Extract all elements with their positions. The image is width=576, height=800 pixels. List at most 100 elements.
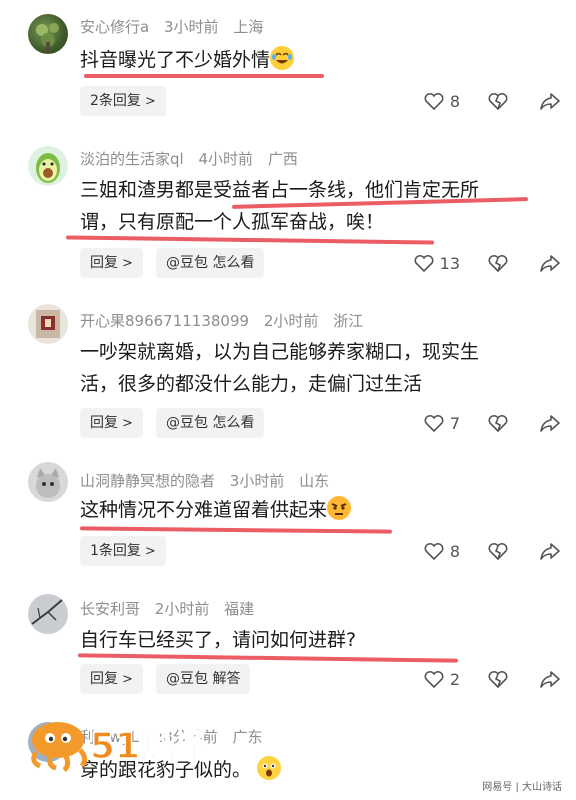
reply-button[interactable]: 回复 > xyxy=(80,408,143,438)
timestamp: 3小时前 xyxy=(163,18,219,36)
comment-meta: 安心修行a 3小时前 上海 xyxy=(80,16,273,37)
comment-text: 这种情况不分难道留着供起来 xyxy=(80,494,560,526)
location: 浙江 xyxy=(333,312,364,330)
watermark-text: 51瓜条 xyxy=(90,726,208,767)
location: 上海 xyxy=(233,18,264,36)
chevron-right-icon: > xyxy=(144,544,156,559)
username[interactable]: 山洞静静冥想的隐者 xyxy=(80,472,215,490)
cat-avatar-icon xyxy=(36,468,60,498)
ai-ask-button[interactable]: @豆包 怎么看 xyxy=(156,408,265,438)
share-icon xyxy=(540,543,560,560)
angry-face-emoji-icon xyxy=(327,496,352,520)
comment-actions: 回复 > @豆包 怎么看 13 xyxy=(80,248,560,278)
heart-icon xyxy=(424,670,444,688)
heart-icon xyxy=(424,92,444,110)
share-icon xyxy=(540,671,560,688)
like-count: 8 xyxy=(449,91,460,111)
highlight-underline xyxy=(79,526,393,534)
like-button[interactable]: 8 xyxy=(424,92,460,111)
broken-heart-icon xyxy=(488,670,508,688)
share-icon xyxy=(540,415,560,432)
dislike-button[interactable] xyxy=(488,670,508,688)
username[interactable]: 安心修行a xyxy=(80,18,149,36)
location: 山东 xyxy=(299,472,330,490)
comment-meta: 淡泊的生活家ql 4小时前 广西 xyxy=(80,148,308,169)
location: 广东 xyxy=(232,728,263,746)
share-button[interactable] xyxy=(540,414,560,432)
timestamp: 3小时前 xyxy=(229,472,285,490)
dislike-button[interactable] xyxy=(488,542,508,560)
like-button[interactable]: 8 xyxy=(424,542,460,561)
like-count: 2 xyxy=(449,669,460,689)
reaction-bar: 7 xyxy=(424,408,560,438)
comment-text: 抖音曝光了不少婚外情 xyxy=(80,44,560,76)
timestamp: 4小时前 xyxy=(198,150,254,168)
comment-meta: 长安利哥 2小时前 福建 xyxy=(80,598,264,619)
avocado-avatar-icon xyxy=(36,153,60,183)
like-button[interactable]: 7 xyxy=(424,414,460,433)
surprised-face-emoji-icon xyxy=(257,756,282,780)
comment-text: 自行车已经买了，请问如何进群? xyxy=(80,629,357,651)
ai-ask-button[interactable]: @豆包 解答 xyxy=(156,664,251,694)
username[interactable]: 长安利哥 xyxy=(80,600,140,618)
share-icon xyxy=(540,255,560,272)
timestamp: 2小时前 xyxy=(154,600,210,618)
comment-text: 一吵架就离婚，以为自己能够养家糊口，现实生 活，很多的都没什么能力，走偏门过生活 xyxy=(80,341,480,395)
heart-icon xyxy=(424,542,444,560)
share-button[interactable] xyxy=(540,542,560,560)
like-button[interactable]: 13 xyxy=(414,254,460,273)
username[interactable]: 开心果8966711138099 xyxy=(80,312,249,330)
location: 广西 xyxy=(267,150,298,168)
dislike-button[interactable] xyxy=(488,254,508,272)
share-icon xyxy=(540,93,560,110)
chevron-right-icon: > xyxy=(122,672,133,687)
reply-button[interactable]: 回复 > xyxy=(80,664,143,694)
source-credit: 网易号 | 大山诗话 xyxy=(478,777,566,794)
avatar[interactable] xyxy=(28,462,68,502)
share-button[interactable] xyxy=(540,254,560,272)
reply-button[interactable]: 回复 > xyxy=(80,248,143,278)
dislike-button[interactable] xyxy=(488,92,508,110)
replies-button[interactable]: 1条回复 > xyxy=(80,536,166,566)
like-count: 13 xyxy=(439,253,460,273)
avatar[interactable] xyxy=(28,304,68,344)
location: 福建 xyxy=(224,600,255,618)
like-button[interactable]: 2 xyxy=(424,670,460,689)
reaction-bar: 8 xyxy=(424,86,560,116)
heart-icon xyxy=(424,414,444,432)
chevron-right-icon: > xyxy=(122,256,133,271)
plant-avatar-icon xyxy=(36,23,59,52)
share-button[interactable] xyxy=(540,670,560,688)
avatar[interactable] xyxy=(28,14,68,54)
like-count: 8 xyxy=(449,541,460,561)
broken-heart-icon xyxy=(488,542,508,560)
share-button[interactable] xyxy=(540,92,560,110)
chevron-right-icon: > xyxy=(144,94,156,109)
octopus-logo-icon: 51瓜条 xyxy=(31,722,213,773)
dislike-button[interactable] xyxy=(488,414,508,432)
reaction-bar: 2 xyxy=(424,664,560,694)
crying-laugh-emoji-icon xyxy=(270,46,295,70)
broken-heart-icon xyxy=(488,254,508,272)
heart-icon xyxy=(414,254,434,272)
poster-avatar-icon xyxy=(36,310,60,338)
comment-meta: 山洞静静冥想的隐者 3小时前 山东 xyxy=(80,470,339,491)
reaction-bar: 8 xyxy=(424,536,560,566)
reaction-bar: 13 xyxy=(414,248,560,278)
comment-actions: 1条回复 > 8 xyxy=(80,536,560,566)
username[interactable]: 淡泊的生活家ql xyxy=(80,150,184,168)
broken-heart-icon xyxy=(488,414,508,432)
ai-ask-button[interactable]: @豆包 怎么看 xyxy=(156,248,265,278)
comment-actions: 回复 > @豆包 怎么看 7 xyxy=(80,408,560,438)
site-watermark-logo: 51瓜条 xyxy=(18,714,213,774)
replies-button[interactable]: 2条回复 > xyxy=(80,86,166,116)
chevron-right-icon: > xyxy=(122,416,133,431)
comment-meta: 开心果8966711138099 2小时前 浙江 xyxy=(80,310,373,331)
branch-avatar-icon xyxy=(31,599,63,625)
avatar[interactable] xyxy=(28,146,68,186)
highlight-underline xyxy=(84,74,324,78)
timestamp: 2小时前 xyxy=(263,312,319,330)
avatar[interactable] xyxy=(28,594,68,634)
comment-actions: 2条回复 > 8 xyxy=(80,86,560,116)
broken-heart-icon xyxy=(488,92,508,110)
